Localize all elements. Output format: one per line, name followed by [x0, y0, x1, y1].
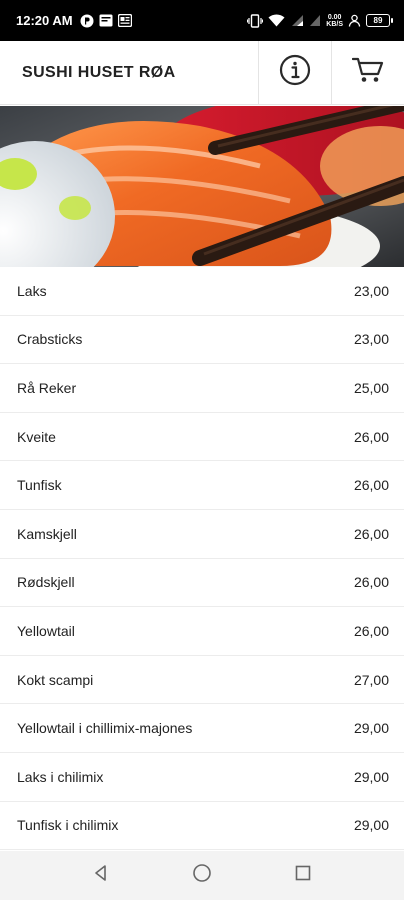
network-speed: 0.00 KB/S	[326, 14, 343, 28]
wifi-icon	[268, 14, 285, 27]
cart-button[interactable]	[331, 40, 404, 105]
menu-item[interactable]: Yellowtail 26,00	[0, 607, 404, 656]
menu-item-price: 23,00	[353, 331, 389, 348]
menu-item-name: Yellowtail	[17, 622, 75, 639]
signal-icon	[290, 14, 304, 27]
menu-item-price: 26,00	[353, 477, 389, 494]
status-right: 0.00 KB/S 89	[247, 13, 393, 28]
p-icon	[80, 14, 94, 28]
battery-indicator: 89	[366, 14, 393, 27]
info-icon	[279, 54, 311, 91]
menu-item[interactable]: Rå Reker 25,00	[0, 364, 404, 413]
menu-item[interactable]: Tunfisk i chilimix 29,00	[0, 802, 404, 851]
menu-item-name: Kveite	[17, 428, 56, 445]
message-icon	[99, 14, 113, 27]
menu-item-name: Crabsticks	[17, 331, 83, 348]
menu-item-name: Rå Reker	[17, 379, 77, 396]
status-time: 12:20 AM	[16, 13, 73, 28]
cart-icon	[351, 56, 384, 89]
signal-icon-2	[309, 14, 321, 27]
menu-item-price: 26,00	[353, 574, 389, 591]
menu-item[interactable]: Kokt scampi 27,00	[0, 656, 404, 705]
menu-item-name: Yellowtail i chillimix-majones	[17, 720, 193, 737]
menu-item[interactable]: Kamskjell 26,00	[0, 510, 404, 559]
news-icon	[117, 14, 132, 27]
menu-item-price: 25,00	[353, 379, 389, 396]
menu-item-name: Laks i chilimix	[17, 768, 104, 785]
menu-item-name: Laks	[17, 282, 47, 299]
home-button[interactable]	[182, 856, 222, 896]
menu-item[interactable]: Kveite 26,00	[0, 413, 404, 462]
app-header: SUSHI HUSET RØA	[0, 40, 404, 105]
recents-icon	[294, 864, 312, 887]
recents-button[interactable]	[283, 856, 323, 896]
person-icon	[348, 14, 361, 27]
status-left: 12:20 AM	[16, 13, 132, 28]
menu-list: Laks 23,00 Crabsticks 23,00 Rå Reker 25,00 …	[0, 267, 404, 851]
network-speed-value: 0.00	[327, 13, 342, 21]
home-icon	[192, 863, 212, 888]
menu-item-name: Tunfisk	[17, 477, 62, 494]
menu-item-price: 26,00	[353, 525, 389, 542]
system-nav-bar	[0, 851, 404, 900]
menu-item-price: 29,00	[353, 768, 389, 785]
menu-item-name: Kamskjell	[17, 525, 77, 542]
menu-item[interactable]: Tunfisk 26,00	[0, 461, 404, 510]
back-icon	[92, 864, 110, 887]
app-title: SUSHI HUSET RØA	[22, 63, 176, 81]
menu-item-name: Rødskjell	[17, 574, 75, 591]
status-bar: 12:20 AM 0.00 KB/S 89	[0, 0, 404, 41]
menu-item[interactable]: Rødskjell 26,00	[0, 559, 404, 608]
menu-item-price: 29,00	[353, 817, 389, 834]
info-button[interactable]	[258, 40, 331, 105]
menu-item-price: 29,00	[353, 720, 389, 737]
menu-item-name: Kokt scampi	[17, 671, 94, 688]
menu-item-price: 27,00	[353, 671, 389, 688]
menu-item-price: 23,00	[353, 282, 389, 299]
menu-item[interactable]: Crabsticks 23,00	[0, 316, 404, 365]
menu-item[interactable]: Laks i chilimix 29,00	[0, 753, 404, 802]
menu-item-price: 26,00	[353, 622, 389, 639]
network-speed-unit: KB/S	[326, 20, 343, 28]
back-button[interactable]	[81, 856, 121, 896]
vibrate-icon	[247, 13, 264, 28]
menu-item[interactable]: Laks 23,00	[0, 267, 404, 316]
menu-item[interactable]: Yellowtail i chillimix-majones 29,00	[0, 704, 404, 753]
hero-image	[0, 106, 404, 267]
menu-item-price: 26,00	[353, 428, 389, 445]
menu-item-name: Tunfisk i chilimix	[17, 817, 119, 834]
sushi-photo	[0, 106, 404, 267]
